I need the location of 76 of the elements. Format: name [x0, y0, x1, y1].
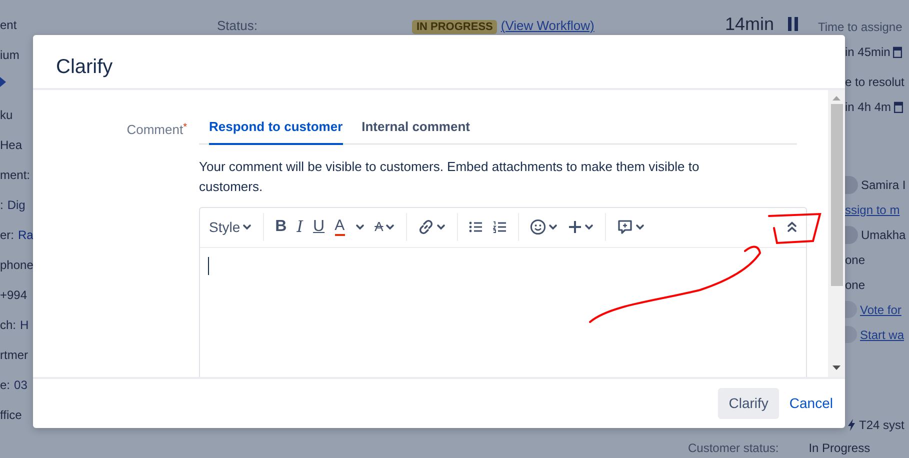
text-color-button[interactable]: A: [330, 213, 350, 241]
annotation-box: [768, 212, 822, 244]
double-chevron-up-icon: [787, 221, 797, 233]
caret-icon: [436, 222, 446, 232]
text-format-button[interactable]: A: [370, 213, 400, 241]
caret-icon: [584, 222, 594, 232]
comment-tab[interactable]: Internal comment: [362, 117, 470, 144]
scrollbar[interactable]: [828, 90, 845, 377]
text-cursor: [208, 256, 209, 274]
caret-icon: [242, 222, 252, 232]
style-menu[interactable]: Style: [204, 213, 258, 241]
cancel-link[interactable]: Cancel: [782, 388, 834, 419]
field-label: er:: [0, 228, 14, 242]
field-text: ium: [0, 48, 20, 62]
plus-icon: [568, 220, 582, 234]
sla-remaining: in 4h 4m: [845, 98, 892, 116]
caret-icon: [354, 222, 365, 232]
calendar-icon: [893, 46, 902, 58]
field-value: Dig: [7, 198, 26, 212]
scroll-down-icon: [832, 365, 841, 371]
lightning-icon: [848, 419, 855, 431]
scroll-thumb[interactable]: [830, 104, 842, 286]
sla-heading: e to resolut: [845, 74, 904, 90]
avatar-icon: [845, 226, 858, 244]
field-text: Hea: [0, 138, 22, 152]
field-text: ffice: [0, 408, 22, 422]
caret-icon: [548, 222, 558, 232]
field-label: :: [0, 198, 4, 212]
caret-icon: [635, 222, 646, 232]
request-type: T24 syst: [859, 417, 904, 434]
clarify-button[interactable]: Clarify: [718, 388, 780, 419]
comment-label: Comment: [126, 121, 184, 139]
field-value: H: [20, 318, 29, 332]
field-text: ment:: [0, 168, 30, 182]
customer-status-value: In Progress: [808, 440, 870, 457]
bold-button[interactable]: B: [270, 213, 292, 241]
required-mark: *: [183, 122, 187, 133]
field-link[interactable]: Ra: [18, 228, 34, 242]
caret-icon: [385, 222, 396, 232]
field-text: +994: [0, 288, 28, 302]
dialog-title: Clarify: [56, 55, 114, 79]
status-label: Status:: [217, 18, 258, 33]
person-name[interactable]: Samira I: [861, 176, 906, 194]
scroll-up-icon: [832, 95, 841, 101]
workflow-link[interactable]: (View Workflow): [500, 18, 594, 33]
field-text: ent: [0, 18, 17, 32]
count-pill: [845, 301, 857, 318]
link-icon: [418, 219, 434, 235]
calendar-icon: [894, 100, 904, 112]
field-label: e:: [0, 378, 10, 392]
sla-heading: Time to assigne: [818, 18, 902, 36]
field-text: rtmer: [0, 348, 28, 362]
person-name[interactable]: Umakha: [861, 226, 906, 244]
underline-button[interactable]: U: [308, 213, 330, 241]
customer-status-label: Customer status:: [688, 440, 779, 457]
comment-icon: [617, 219, 634, 235]
field-value: 03: [14, 378, 28, 392]
sla-remaining: in 45min: [845, 44, 890, 60]
comment-tab[interactable]: Respond to customer: [209, 117, 343, 144]
field-value: one: [845, 252, 866, 268]
field-text: ku: [0, 108, 13, 122]
count-pill: [845, 326, 857, 343]
action-link[interactable]: Start wa: [860, 326, 904, 344]
numbered-list-icon: [493, 221, 508, 233]
assign-link[interactable]: ssign to m: [845, 200, 900, 218]
bullet-list-icon: [469, 221, 484, 233]
italic-button[interactable]: I: [292, 213, 308, 241]
action-link[interactable]: Vote for: [860, 300, 902, 318]
avatar-icon: [845, 176, 858, 194]
field-text: phone: [0, 258, 34, 272]
help-text: Your comment will be visible to customers. Embed attachments to make them visible to customers.: [199, 158, 700, 196]
smiley-icon: [530, 219, 546, 235]
field-label: ch:: [0, 318, 16, 332]
field-value: one: [845, 276, 866, 294]
elapsed-time: 14min: [725, 14, 774, 34]
status-badge: IN PROGRESS: [412, 20, 497, 34]
